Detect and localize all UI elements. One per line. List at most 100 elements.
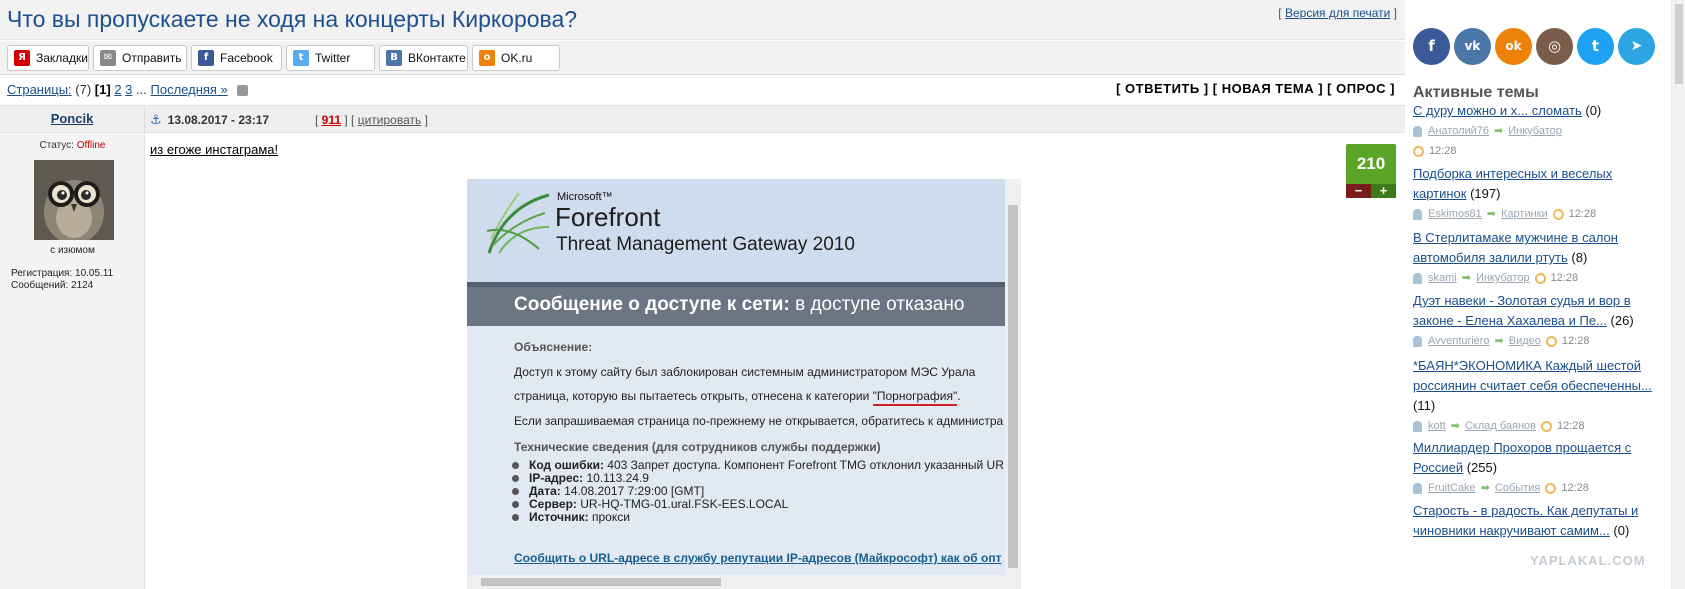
twitter-icon[interactable]: t: [1577, 28, 1614, 65]
explain-line-1: Доступ к этому сайту был заблокирован си…: [514, 365, 976, 379]
topic-meta: skami ➡ Инкубатор 12:28: [1413, 268, 1658, 288]
vk-share-button[interactable]: В ВКонтакте: [379, 45, 468, 71]
user-icon: [1413, 482, 1422, 494]
post-number[interactable]: 911: [322, 113, 341, 127]
share-bar: Я Закладки ✉ Отправить f Facebook t Twitter …: [0, 41, 1405, 75]
page-scrollbar-thumb[interactable]: [1675, 4, 1683, 84]
topic-count: (0): [1609, 523, 1630, 538]
post-text[interactable]: из егоже инстаграма!: [150, 142, 278, 157]
rating-minus-button[interactable]: −: [1346, 184, 1371, 198]
screenshot-horizontal-scrollbar[interactable]: [467, 575, 1005, 589]
anchor-icon[interactable]: ⚓: [150, 112, 162, 127]
explain-line-3: Если запрашиваемая страница по-прежнему …: [514, 414, 1004, 428]
user-icon: [1413, 335, 1422, 347]
twitter-icon: t: [293, 50, 309, 66]
active-topic: В Стерлитамаке мужчине в салон автомобил…: [1413, 228, 1658, 288]
topic-meta: Avventuriero ➡ Видео 12:28: [1413, 331, 1658, 351]
status-value: Offline: [76, 140, 106, 151]
topic-count: (197): [1466, 186, 1501, 201]
topic-link[interactable]: Миллиардер Прохоров прощается с Россией: [1413, 440, 1631, 475]
embedded-screenshot[interactable]: Microsoft™ Forefront Threat Management G…: [467, 179, 1021, 589]
owl-avatar-image: [34, 160, 114, 240]
facebook-share-button[interactable]: f Facebook: [191, 45, 282, 71]
pager-row: Страницы: (7) [1] 2 3 ... Последняя » [ …: [0, 78, 1405, 102]
category-name: "Порнография": [872, 389, 958, 406]
quote-link[interactable]: цитировать: [358, 113, 422, 127]
active-topic: Подборка интересных и веселых картинок (…: [1413, 164, 1658, 224]
page-jump-icon[interactable]: [237, 85, 249, 97]
topic-link[interactable]: С дуру можно и х... сломать: [1413, 103, 1582, 118]
twitter-share-button[interactable]: t Twitter: [286, 45, 375, 71]
vk-icon: В: [386, 50, 402, 66]
topic-link[interactable]: Дуэт навеки - Золотая судья и вор в зако…: [1413, 293, 1631, 328]
arrow-icon: ➡: [1494, 335, 1504, 347]
page-link-3[interactable]: 3: [125, 82, 132, 97]
topic-section[interactable]: Картинки: [1501, 208, 1548, 220]
topic-link[interactable]: *БАЯН*ЭКОНОМИКА Каждый шестой россиянин …: [1413, 358, 1652, 393]
topic-section[interactable]: Видео: [1509, 335, 1541, 347]
last-page-link[interactable]: Последняя »: [151, 82, 228, 97]
topic-user[interactable]: FruitCake: [1428, 482, 1476, 494]
rating-value: 210: [1346, 144, 1396, 184]
rating-plus-button[interactable]: +: [1371, 184, 1396, 198]
tech-val: 403 Запрет доступа. Компонент Forefront …: [603, 458, 1004, 472]
topic-actions[interactable]: [ ОТВЕТИТЬ ] [ НОВАЯ ТЕМА ] [ ОПРОС ]: [1116, 81, 1395, 96]
print-version-link[interactable]: Версия для печати: [1285, 6, 1390, 20]
meta-bracket-close: ]: [421, 113, 428, 127]
avatar[interactable]: [34, 160, 114, 240]
send-button[interactable]: ✉ Отправить: [93, 45, 187, 71]
topic-count: (26): [1606, 313, 1634, 328]
print-bracket-open: [: [1278, 6, 1285, 20]
instagram-icon[interactable]: ◎: [1536, 28, 1573, 65]
page-scrollbar[interactable]: [1671, 0, 1685, 589]
bookmarks-button[interactable]: Я Закладки: [7, 45, 89, 71]
vk-icon[interactable]: vk: [1454, 28, 1491, 65]
tech-val: 10.113.24.9: [583, 471, 649, 485]
user-icon: [1413, 272, 1422, 284]
odnoklassniki-icon[interactable]: ok: [1495, 28, 1532, 65]
user-icon: [1413, 420, 1422, 432]
twitter-label: Twitter: [315, 51, 351, 65]
ok-share-button[interactable]: о OK.ru: [472, 45, 560, 71]
active-topics-title: Активные темы: [1413, 84, 1539, 101]
report-url-link[interactable]: Сообщить о URL-адресе в службу репутации…: [514, 551, 1001, 565]
topic-meta: FruitCake ➡ События 12:28: [1413, 478, 1658, 498]
topic-section[interactable]: Склад баянов: [1465, 420, 1536, 432]
topic-user[interactable]: skami: [1428, 272, 1457, 284]
clock-icon: [1413, 145, 1424, 157]
pages-label[interactable]: Страницы:: [7, 82, 72, 97]
facebook-icon[interactable]: f: [1413, 28, 1450, 65]
post-author[interactable]: Poncik: [0, 106, 145, 134]
topic-section[interactable]: События: [1495, 482, 1540, 494]
active-topic: Дуэт навеки - Золотая судья и вор в зако…: [1413, 291, 1658, 351]
screenshot-vertical-scrollbar[interactable]: [1005, 179, 1021, 589]
topic-section[interactable]: Инкубатор: [1508, 125, 1562, 137]
topic-link[interactable]: Подборка интересных и веселых картинок: [1413, 166, 1612, 201]
topic-user[interactable]: Анатолий76: [1428, 125, 1489, 137]
screenshot-vertical-thumb[interactable]: [1008, 205, 1018, 568]
tech-val: 14.08.2017 7:29:00 [GMT]: [560, 484, 705, 498]
tech-val: прокси: [588, 510, 630, 524]
topic-section[interactable]: Инкубатор: [1476, 272, 1530, 284]
clock-icon: [1541, 420, 1553, 432]
tech-val: UR-HQ-TMG-01.ural.FSK-EES.LOCAL: [576, 497, 789, 511]
tech-heading: Технические сведения (для сотрудников сл…: [514, 440, 881, 454]
forefront-title: Forefront: [555, 202, 661, 232]
sidebar: f vk ok ◎ t ➤ Активные темы С дуру можно…: [1405, 0, 1685, 589]
denial-details: Объяснение: Доступ к этому сайту был заб…: [467, 326, 1005, 589]
telegram-icon[interactable]: ➤: [1618, 28, 1655, 65]
screenshot-horizontal-thumb[interactable]: [481, 578, 721, 586]
main-column: Что вы пропускаете не ходя на концерты К…: [0, 0, 1405, 589]
topic-link[interactable]: Старость - в радость. Как депутаты и чин…: [1413, 503, 1638, 538]
page-link-2[interactable]: 2: [114, 82, 121, 97]
topic-meta: Анатолий76 ➡ Инкубатор: [1413, 121, 1658, 141]
topic-user[interactable]: Eskimos81: [1428, 208, 1482, 220]
facebook-icon: f: [198, 50, 214, 66]
topic-user[interactable]: kott: [1428, 420, 1446, 432]
topic-user[interactable]: Avventuriero: [1428, 335, 1490, 347]
tech-key: IP-адрес:: [529, 471, 584, 485]
registration-date: Регистрация: 10.05.11: [11, 268, 114, 279]
print-bracket-close: ]: [1390, 6, 1397, 20]
author-stats: Регистрация: 10.05.11 Сообщений: 2124: [11, 268, 113, 292]
arrow-icon: ➡: [1461, 272, 1471, 284]
